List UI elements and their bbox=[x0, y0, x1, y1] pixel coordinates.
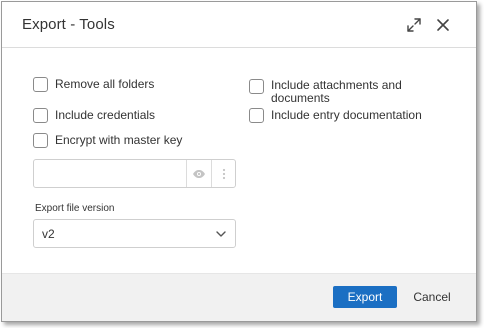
include-entry-documentation-label: Include entry documentation bbox=[271, 108, 422, 122]
reveal-password-button[interactable] bbox=[186, 160, 210, 187]
include-credentials-label: Include credentials bbox=[55, 108, 156, 122]
export-dialog: Export - Tools Remove all folders Includ… bbox=[1, 1, 477, 322]
master-key-input[interactable] bbox=[34, 160, 186, 187]
checkbox-box[interactable] bbox=[249, 108, 264, 123]
include-attachments-checkbox[interactable]: Include attachments and documents bbox=[249, 79, 402, 105]
close-icon[interactable] bbox=[435, 17, 451, 33]
remove-all-folders-checkbox[interactable]: Remove all folders bbox=[33, 77, 154, 92]
include-attachments-label-line2: documents bbox=[271, 91, 330, 105]
checkbox-box[interactable] bbox=[33, 108, 48, 123]
cancel-button[interactable]: Cancel bbox=[407, 286, 457, 308]
chevron-down-icon bbox=[216, 231, 226, 237]
checkbox-box[interactable] bbox=[249, 79, 264, 94]
checkbox-box[interactable] bbox=[33, 133, 48, 148]
dialog-body: Remove all folders Include credentials E… bbox=[2, 49, 476, 274]
checkbox-box[interactable] bbox=[33, 77, 48, 92]
dialog-footer: Export Cancel bbox=[2, 273, 476, 321]
encrypt-master-key-label: Encrypt with master key bbox=[55, 133, 183, 147]
remove-all-folders-label: Remove all folders bbox=[55, 77, 155, 91]
include-credentials-checkbox[interactable]: Include credentials bbox=[33, 108, 155, 123]
export-version-label: Export file version bbox=[35, 203, 115, 214]
password-options-button[interactable] bbox=[211, 160, 235, 187]
master-key-password-field bbox=[33, 159, 236, 188]
include-attachments-label: Include attachments and documents bbox=[271, 79, 402, 105]
encrypt-master-key-checkbox[interactable]: Encrypt with master key bbox=[33, 133, 182, 148]
more-vertical-icon bbox=[222, 168, 225, 179]
include-attachments-label-line1: Include attachments and bbox=[271, 78, 402, 92]
export-version-value: v2 bbox=[42, 227, 55, 241]
export-version-select[interactable]: v2 bbox=[33, 219, 236, 248]
eye-icon bbox=[192, 169, 205, 178]
include-entry-documentation-checkbox[interactable]: Include entry documentation bbox=[249, 108, 422, 123]
dialog-header: Export - Tools bbox=[2, 2, 476, 48]
expand-icon[interactable] bbox=[406, 17, 422, 33]
export-button[interactable]: Export bbox=[333, 286, 397, 308]
dialog-title: Export - Tools bbox=[22, 16, 115, 33]
